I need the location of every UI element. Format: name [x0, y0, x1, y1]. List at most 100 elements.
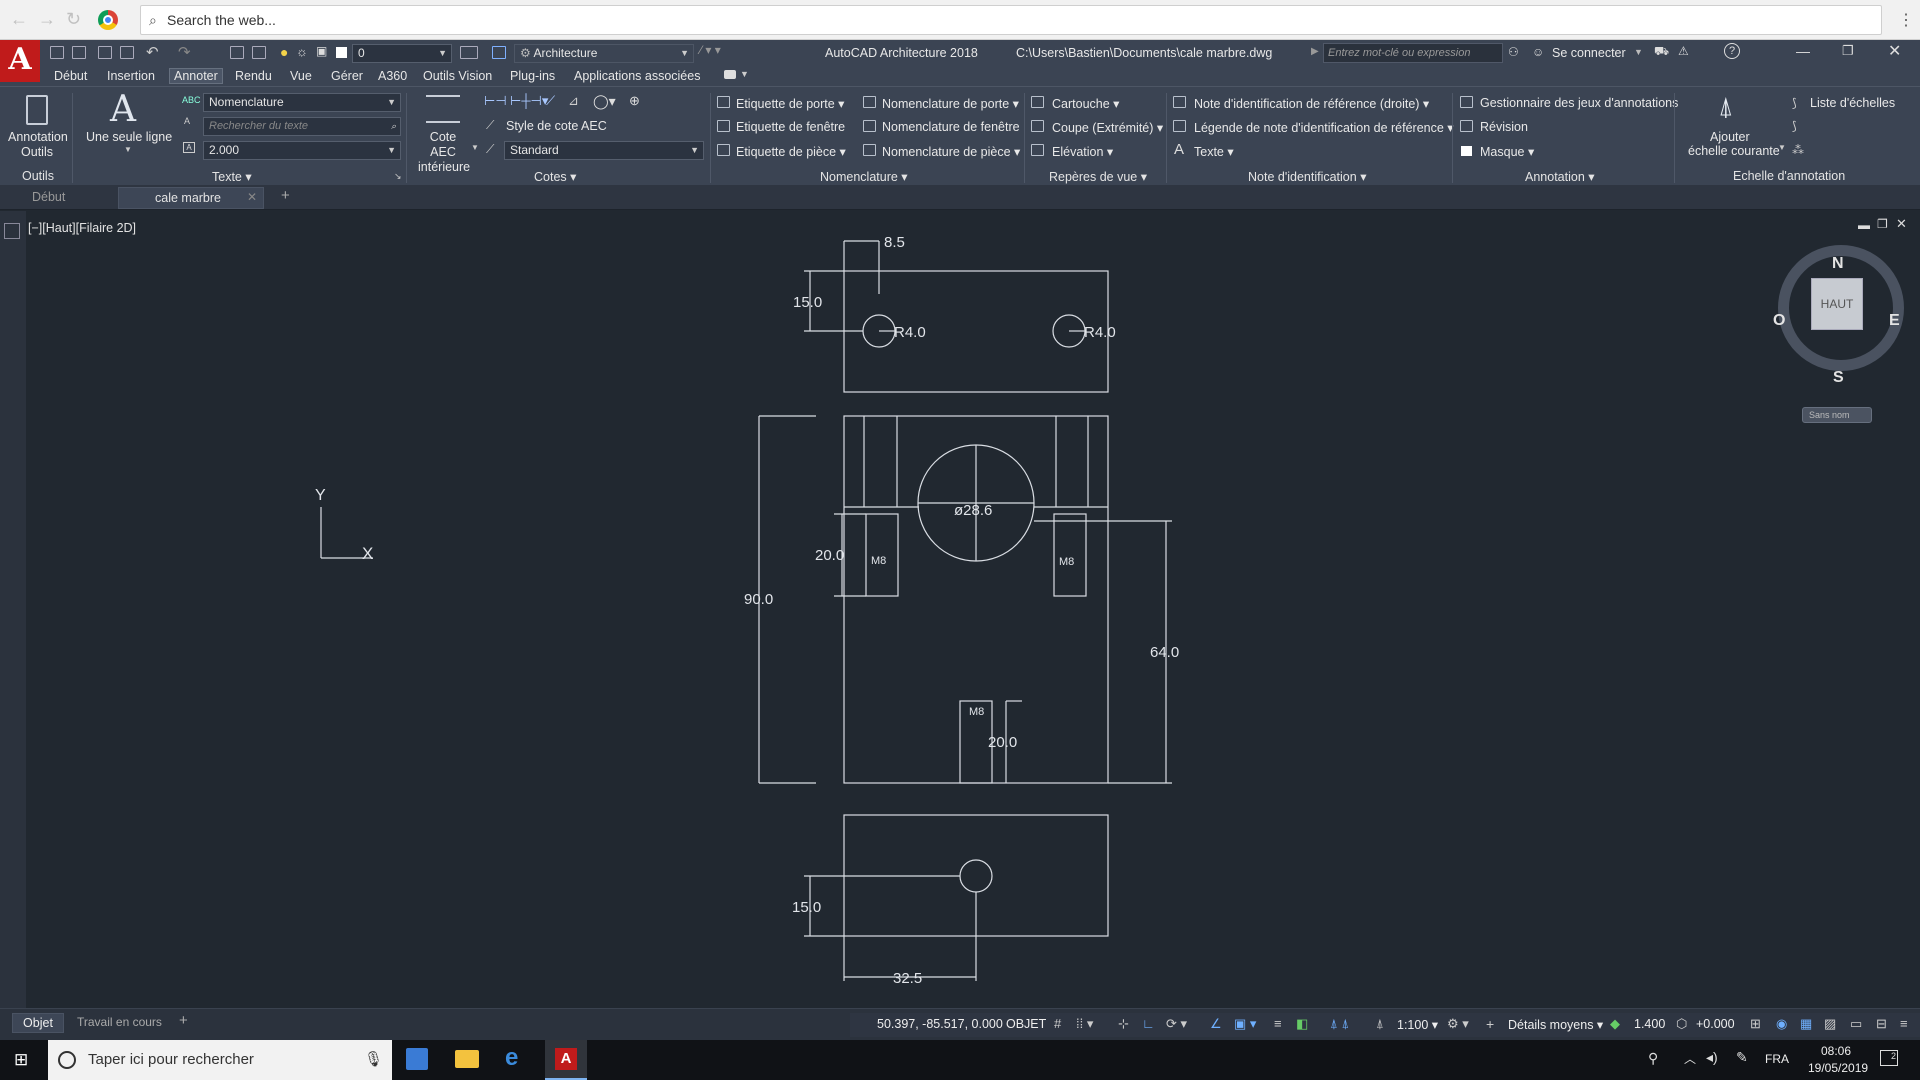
add-scale-icon[interactable]: ⍋	[1718, 91, 1734, 123]
tab-a360[interactable]: A360	[378, 69, 407, 83]
doc-tab-debut[interactable]: Début	[32, 190, 65, 204]
aec-dimension-dropdown-icon[interactable]: ▼	[471, 143, 479, 152]
user-icon[interactable]: ☺	[1532, 45, 1544, 59]
match-icon[interactable]	[230, 46, 244, 59]
radius-dim-icon[interactable]: ◯▾	[593, 93, 616, 110]
pan-icon[interactable]	[492, 46, 506, 59]
sign-in-dropdown-icon[interactable]: ▼	[1634, 47, 1643, 57]
taskbar-search[interactable]: Taper ici pour rechercher 🎙	[48, 1040, 392, 1080]
forward-icon[interactable]: →	[38, 9, 56, 30]
layout-tab-objet[interactable]: Objet	[12, 1013, 64, 1033]
properties-icon[interactable]	[252, 46, 266, 59]
sync-scale-icon[interactable]: ⟆	[1792, 119, 1797, 133]
detail-level-select[interactable]: Détails moyens ▾	[1508, 1017, 1603, 1032]
customize-icon[interactable]: ⊟	[1876, 1016, 1887, 1032]
panel-annotation-label[interactable]: Annotation ▾	[1525, 169, 1595, 184]
tab-applications[interactable]: Applications associées	[574, 69, 700, 83]
compass-north[interactable]: N	[1832, 255, 1844, 273]
room-tag-button[interactable]: Etiquette de pièce ▾	[736, 144, 846, 159]
isodraft-icon[interactable]: ∠	[1210, 1016, 1222, 1032]
annotation-tools-button[interactable]: Annotation Outils	[8, 130, 68, 160]
elevation-value[interactable]: +0.000	[1696, 1017, 1735, 1031]
layout-tab-travail[interactable]: Travail en cours	[77, 1015, 162, 1029]
binoculars-icon[interactable]: ⚇	[1508, 45, 1519, 59]
polar-icon[interactable]: ⟳ ▾	[1166, 1016, 1187, 1032]
help-icon[interactable]: ?	[1724, 43, 1740, 59]
text-button[interactable]: Texte ▾	[1194, 144, 1234, 159]
full-screen-icon[interactable]: ▭	[1850, 1016, 1862, 1032]
notification-icon[interactable]: 2	[1880, 1050, 1898, 1066]
panel-notes-label[interactable]: Note d'identification ▾	[1248, 169, 1366, 184]
edge-icon[interactable]: e	[505, 1044, 518, 1072]
angular-dim-icon[interactable]: ⊿	[568, 93, 579, 109]
osnap-icon[interactable]: ▣ ▾	[1234, 1016, 1256, 1032]
mask-button[interactable]: Masque ▾	[1480, 144, 1534, 159]
pen-icon[interactable]: ✎	[1736, 1049, 1748, 1066]
text-height-select[interactable]: 2.000 ▼	[203, 141, 401, 160]
aec-dimension-icon[interactable]	[426, 95, 460, 123]
people-icon[interactable]: ⚲	[1648, 1050, 1658, 1067]
single-line-dropdown-icon[interactable]: ▼	[124, 145, 132, 154]
restore-icon[interactable]: ❐	[1842, 43, 1854, 59]
cut-plane-value[interactable]: 1.400	[1634, 1017, 1665, 1031]
tab-debut[interactable]: Début	[54, 69, 87, 83]
autocad-taskbar-button[interactable]: A	[545, 1040, 587, 1080]
help-search-input[interactable]: Entrez mot-clé ou expression	[1323, 43, 1503, 63]
compass-east[interactable]: E	[1889, 312, 1900, 330]
palette-icon[interactable]	[4, 223, 20, 239]
elevation-mark-button[interactable]: Elévation ▾	[1052, 144, 1113, 159]
panel-nomenclature-label[interactable]: Nomenclature ▾	[820, 169, 908, 184]
keynote-legend-button[interactable]: Légende de note d'identification de réfé…	[1194, 120, 1454, 135]
model-space-toggle[interactable]: OBJET	[1006, 1017, 1046, 1031]
open-icon[interactable]	[72, 46, 86, 59]
panel-cotes-label[interactable]: Cotes ▾	[534, 169, 576, 184]
compass-south[interactable]: S	[1833, 369, 1844, 387]
ucs-menu[interactable]: Sans nom	[1802, 407, 1872, 423]
drawing-viewport[interactable]: [−][Haut][Filaire 2D] ▬ ❐ ✕ 8.5 15.0 R4.…	[26, 211, 1920, 1008]
tab-outils-vision[interactable]: Outils Vision	[423, 69, 492, 83]
search-arrow-icon[interactable]: ▶	[1311, 46, 1319, 57]
panel-expand-icon[interactable]: ↘	[394, 171, 402, 182]
clean-screen-icon[interactable]: ▨	[1824, 1016, 1836, 1032]
minimize-icon[interactable]: —	[1796, 43, 1810, 59]
single-line-text-button[interactable]: Une seule ligne	[86, 130, 172, 144]
sign-in-link[interactable]: Se connecter	[1552, 46, 1626, 60]
file-explorer-icon[interactable]	[455, 1050, 479, 1068]
add-scale-dropdown-icon[interactable]: ▼	[1778, 143, 1786, 152]
snap-icon[interactable]: ⁞⁞ ▾	[1076, 1016, 1093, 1032]
microphone-icon[interactable]: 🎙	[364, 1040, 383, 1080]
window-tag-button[interactable]: Etiquette de fenêtre	[736, 120, 845, 134]
window-schedule-button[interactable]: Nomenclature de fenêtre	[882, 120, 1020, 134]
add-scale-button-line2[interactable]: échelle courante	[1688, 144, 1780, 158]
tray-expand-icon[interactable]: ︿	[1684, 1050, 1696, 1067]
clock-date[interactable]: 19/05/2019	[1808, 1061, 1868, 1075]
workspace-gear-icon[interactable]: ⚙ ▾	[1447, 1016, 1469, 1032]
annotation-visibility-icon[interactable]: ⍋ ⍋	[1330, 1016, 1349, 1032]
close-tab-icon[interactable]: ✕	[247, 190, 257, 204]
transparency-icon[interactable]: ◧	[1296, 1016, 1308, 1032]
lineweight-icon[interactable]: ≡	[1274, 1016, 1282, 1031]
a360-icon[interactable]: ⚠	[1678, 44, 1689, 58]
room-schedule-button[interactable]: Nomenclature de pièce ▾	[882, 144, 1020, 159]
coordinates-readout[interactable]: 50.397, -85.517, 0.000	[877, 1017, 1003, 1031]
sun-icon[interactable]: ☼	[296, 44, 308, 59]
redo-icon[interactable]: ↷	[178, 43, 191, 61]
store-icon[interactable]	[406, 1048, 428, 1070]
layer-select[interactable]: 0 ▼	[352, 44, 452, 63]
back-icon[interactable]: ←	[10, 9, 28, 30]
ribbon-toggle-dropdown-icon[interactable]: ▼	[740, 69, 749, 79]
title-mark-button[interactable]: Cartouche ▾	[1052, 96, 1119, 111]
reload-icon[interactable]: ↻	[66, 9, 81, 30]
annotation-tools-icon[interactable]	[26, 95, 48, 125]
tab-vue[interactable]: Vue	[290, 69, 312, 83]
continue-dim-icon[interactable]: ⊢┼⊣▾	[510, 93, 548, 109]
menu-icon[interactable]: ≡	[1900, 1016, 1908, 1031]
dim-style-select[interactable]: Standard ▼	[504, 141, 704, 160]
door-schedule-button[interactable]: Nomenclature de porte ▾	[882, 96, 1019, 111]
tab-plugins[interactable]: Plug-ins	[510, 69, 555, 83]
clock-time[interactable]: 08:06	[1812, 1044, 1860, 1058]
tab-rendu[interactable]: Rendu	[235, 69, 272, 83]
bulb-icon[interactable]: ●	[280, 44, 288, 60]
scale-list-button[interactable]: Liste d'échelles	[1810, 96, 1895, 110]
grid-icon[interactable]: #	[1054, 1016, 1061, 1031]
